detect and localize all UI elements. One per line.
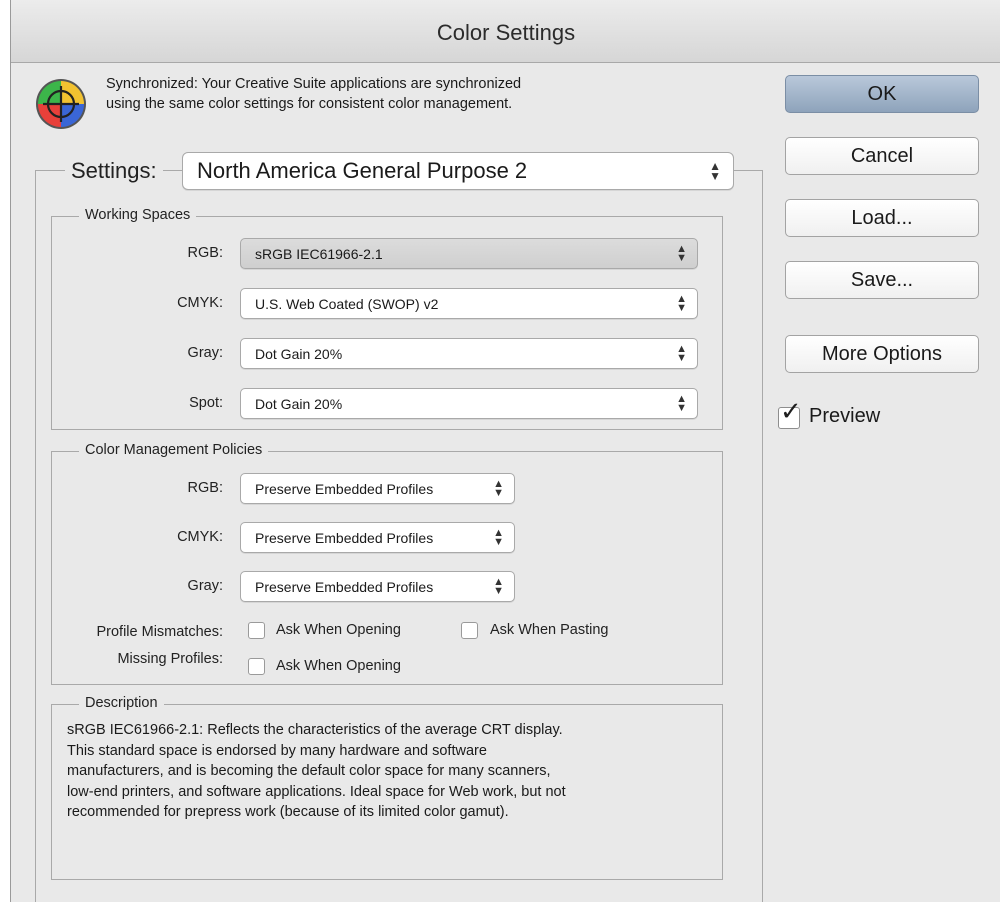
ws-spot-select[interactable]: Dot Gain 20% ▲ ▼ (240, 388, 698, 419)
policy-cmyk-label: CMYK: (177, 529, 223, 545)
mismatch-ask-opening-checkbox[interactable] (248, 622, 265, 639)
ws-rgb-value: sRGB IEC61966-2.1 (255, 245, 383, 262)
ws-cmyk-label: CMYK: (177, 295, 223, 311)
description-line: low-end printers, and software applicati… (67, 783, 566, 800)
checkmark-icon: ✓ (780, 396, 802, 426)
updown-arrows-icon: ▲ ▼ (676, 292, 687, 314)
updown-arrows-icon: ▲ ▼ (709, 159, 721, 183)
description-title: Description (79, 695, 164, 711)
profile-mismatches-label: Profile Mismatches: (96, 624, 223, 640)
missing-ask-opening-checkbox[interactable] (248, 658, 265, 675)
missing-ask-opening-label: Ask When Opening (276, 658, 401, 674)
updown-arrows-icon: ▲ ▼ (493, 575, 504, 597)
policy-gray-value: Preserve Embedded Profiles (255, 578, 434, 595)
policy-rgb-label: RGB: (187, 480, 223, 496)
color-wheel-icon (36, 79, 86, 129)
ws-gray-select[interactable]: Dot Gain 20% ▲ ▼ (240, 338, 698, 369)
updown-arrows-icon: ▲ ▼ (493, 526, 504, 548)
policy-rgb-select[interactable]: Preserve Embedded Profiles ▲ ▼ (240, 473, 515, 504)
ws-rgb-select[interactable]: sRGB IEC61966-2.1 ▲ ▼ (240, 238, 698, 269)
missing-profiles-label: Missing Profiles: (117, 651, 223, 667)
settings-preset-value: North America General Purpose 2 (197, 158, 528, 183)
ws-spot-value: Dot Gain 20% (255, 395, 343, 412)
window-title: Color Settings (436, 20, 576, 45)
policy-rgb-value: Preserve Embedded Profiles (255, 480, 434, 497)
ws-gray-label: Gray: (187, 345, 223, 361)
cancel-button[interactable]: Cancel (785, 137, 979, 175)
policy-cmyk-value: Preserve Embedded Profiles (255, 529, 434, 546)
sync-message-line: using the same color settings for consis… (106, 96, 513, 112)
working-spaces-title: Working Spaces (79, 207, 197, 223)
settings-preset-select[interactable]: North America General Purpose 2 ▲ ▼ (182, 152, 734, 190)
ws-spot-label: Spot: (189, 395, 223, 411)
mismatch-ask-pasting-checkbox[interactable] (461, 622, 478, 639)
policy-cmyk-select[interactable]: Preserve Embedded Profiles ▲ ▼ (240, 522, 515, 553)
color-settings-window: Color Settings Synchronized: Your Creati… (10, 0, 1000, 902)
ws-cmyk-value: U.S. Web Coated (SWOP) v2 (255, 295, 439, 312)
ok-button[interactable]: OK (785, 75, 979, 113)
policies-title: Color Management Policies (79, 442, 269, 458)
mismatch-ask-opening-label: Ask When Opening (276, 622, 401, 638)
ws-gray-value: Dot Gain 20% (255, 345, 343, 362)
description-line: sRGB IEC61966-2.1: Reflects the characte… (67, 722, 563, 738)
policy-gray-select[interactable]: Preserve Embedded Profiles ▲ ▼ (240, 571, 515, 602)
policy-gray-label: Gray: (187, 578, 223, 594)
updown-arrows-icon: ▲ ▼ (676, 342, 687, 364)
load-button[interactable]: Load... (785, 199, 979, 237)
sync-message-line: Synchronized: Your Creative Suite applic… (106, 76, 522, 92)
description-line: manufacturers, and is becoming the defau… (67, 763, 551, 779)
save-button[interactable]: Save... (785, 261, 979, 299)
updown-arrows-icon: ▲ ▼ (676, 392, 687, 414)
updown-arrows-icon: ▲ ▼ (493, 477, 504, 499)
settings-label: Settings: (65, 158, 163, 184)
sync-message: Synchronized: Your Creative Suite applic… (106, 74, 666, 114)
ws-cmyk-select[interactable]: U.S. Web Coated (SWOP) v2 ▲ ▼ (240, 288, 698, 319)
mismatch-ask-pasting-label: Ask When Pasting (490, 622, 609, 638)
description-line: This standard space is endorsed by many … (67, 742, 487, 759)
ws-rgb-label: RGB: (187, 245, 223, 261)
description-text: sRGB IEC61966-2.1: Reflects the characte… (67, 720, 717, 823)
title-bar[interactable]: Color Settings (11, 0, 1000, 63)
preview-label: Preview (809, 405, 881, 427)
more-options-button[interactable]: More Options (785, 335, 979, 373)
updown-arrows-icon: ▲ ▼ (676, 242, 687, 264)
description-line: recommended for prepress work (because o… (67, 804, 509, 820)
